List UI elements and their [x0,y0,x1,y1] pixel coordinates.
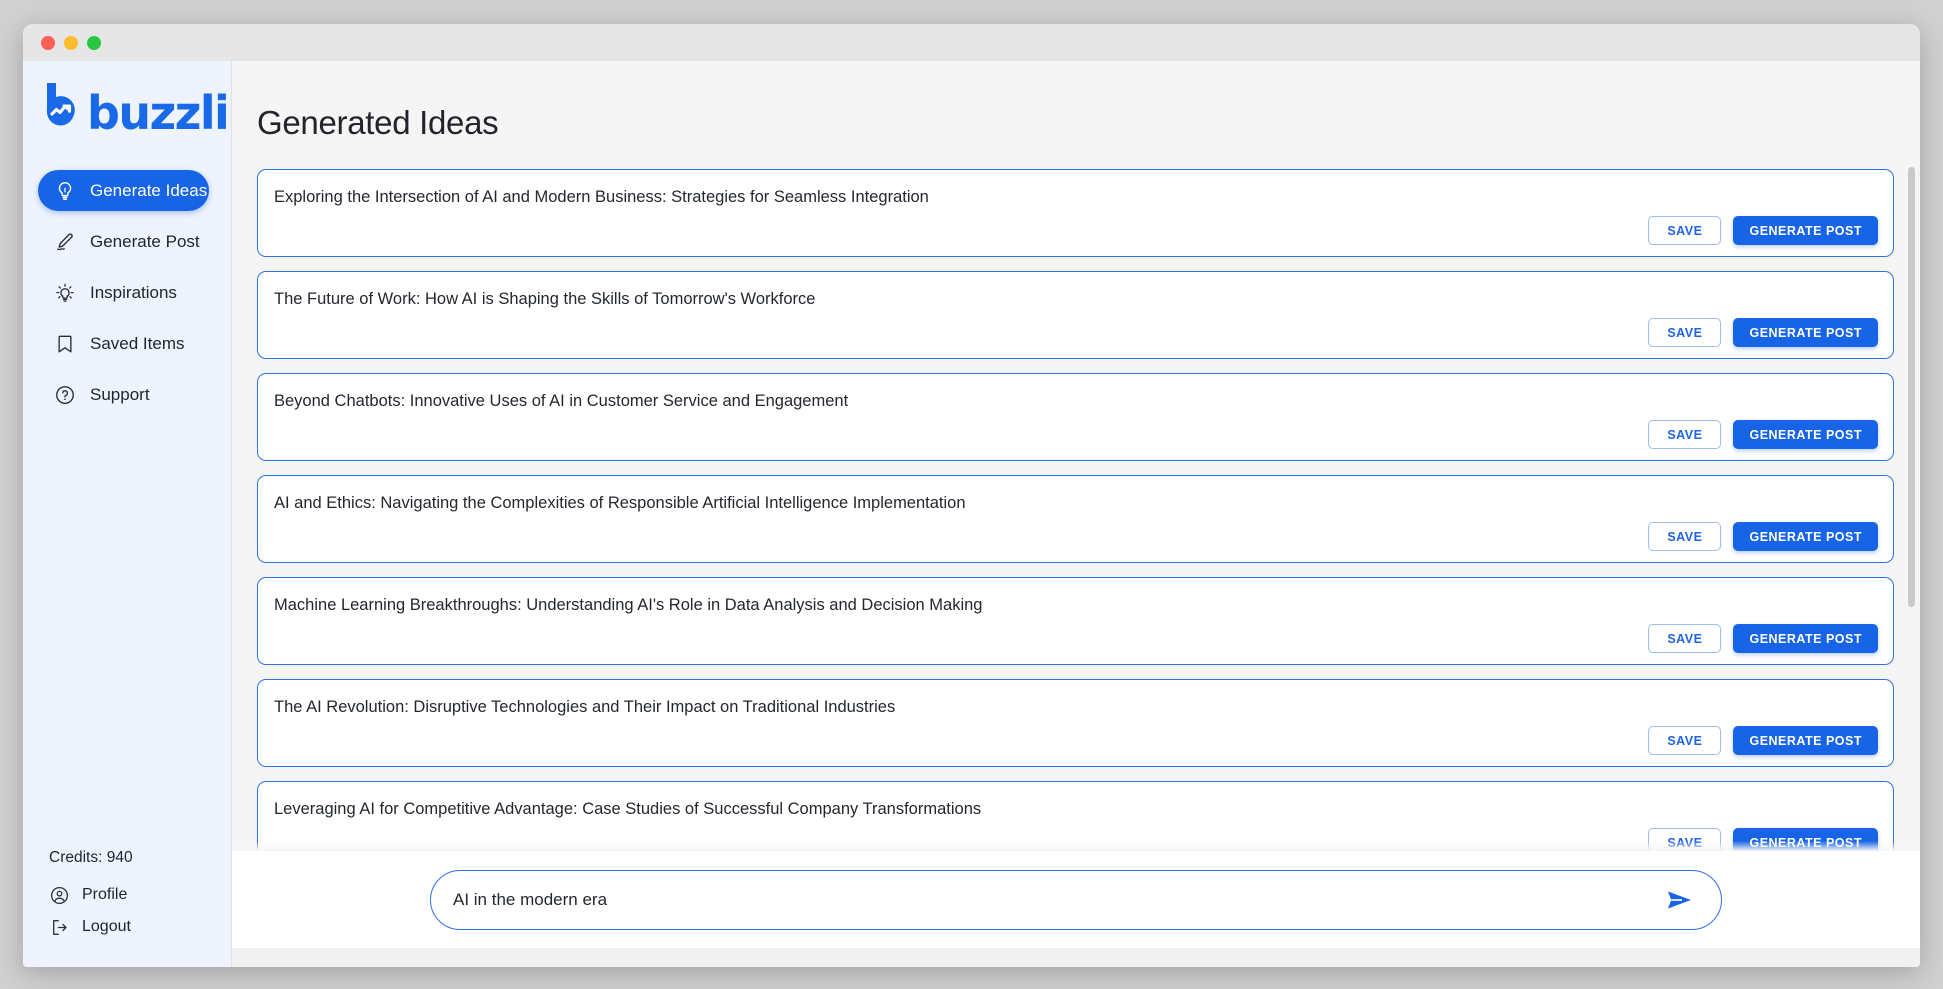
sidebar-item-support[interactable]: Support [38,374,209,415]
idea-card-actions: SAVE GENERATE POST [1648,522,1878,551]
sidebar-item-label: Profile [82,886,128,903]
idea-text: The Future of Work: How AI is Shaping th… [274,290,816,308]
sidebar-item-label: Inspirations [90,282,177,302]
logo-wordmark: buzzli [87,85,230,140]
sidebar: buzzli Generate Ideas Generate Post Insp… [23,61,231,967]
window-bottom-strip [232,948,1920,967]
idea-text: Machine Learning Breakthroughs: Understa… [274,596,983,614]
lightbulb-icon [58,181,72,200]
sidebar-item-profile[interactable]: Profile [49,879,231,911]
composer-fade [232,841,1920,851]
question-circle-icon [56,385,74,404]
window-body: buzzli Generate Ideas Generate Post Insp… [23,61,1920,967]
sidebar-item-logout[interactable]: Logout [49,911,231,943]
idea-text: AI and Ethics: Navigating the Complexiti… [274,494,966,512]
idea-card[interactable]: Machine Learning Breakthroughs: Understa… [257,577,1894,665]
idea-text: Leveraging AI for Competitive Advantage:… [274,800,982,818]
pen-write-icon [57,232,73,250]
generate-post-button[interactable]: GENERATE POST [1733,726,1878,755]
sidebar-divider [231,61,232,967]
save-button[interactable]: SAVE [1648,216,1722,245]
bookmark-icon [58,335,72,352]
idea-card[interactable]: The AI Revolution: Disruptive Technologi… [257,679,1894,767]
sidebar-item-label: Support [90,384,150,404]
generate-post-button[interactable]: GENERATE POST [1733,216,1878,245]
save-button[interactable]: SAVE [1648,726,1722,755]
save-button[interactable]: SAVE [1648,318,1722,347]
idea-card-actions: SAVE GENERATE POST [1648,726,1878,755]
trend-arrow-icon [46,82,75,125]
idea-text: The AI Revolution: Disruptive Technologi… [274,698,896,716]
sidebar-item-label: Saved Items [90,333,185,353]
sidebar-footer: Credits: 940 Profile Logout [23,849,231,967]
prompt-composer[interactable] [430,869,1722,930]
credits-label: Credits: 940 [49,849,133,866]
lightbulb-rays-icon [56,283,74,302]
page-title: Generated Ideas [257,104,499,141]
app-window: buzzli Generate Ideas Generate Post Insp… [23,24,1920,967]
send-arrow-icon [1668,891,1691,908]
idea-card-actions: SAVE GENERATE POST [1648,624,1878,653]
save-button[interactable]: SAVE [1648,522,1722,551]
main-content: Generated Ideas Exploring the Intersecti… [231,61,1920,967]
sidebar-nav: Generate Ideas Generate Post Inspiration… [23,165,231,420]
sidebar-item-saved-items[interactable]: Saved Items [38,323,209,364]
idea-card-actions: SAVE GENERATE POST [1648,420,1878,449]
idea-card-actions: SAVE GENERATE POST [1648,318,1878,347]
save-button[interactable]: SAVE [1648,420,1722,449]
sidebar-item-generate-ideas[interactable]: Generate Ideas [38,170,209,211]
vertical-scrollbar[interactable] [1908,167,1915,607]
idea-card-actions: SAVE GENERATE POST [1648,216,1878,245]
idea-text: Beyond Chatbots: Innovative Uses of AI i… [274,392,849,410]
idea-card[interactable]: AI and Ethics: Navigating the Complexiti… [257,475,1894,563]
generate-post-button[interactable]: GENERATE POST [1733,420,1878,449]
minimize-window-icon[interactable] [64,35,78,50]
close-window-icon[interactable] [41,35,55,50]
generate-post-button[interactable]: GENERATE POST [1733,522,1878,551]
sidebar-item-inspirations[interactable]: Inspirations [38,272,209,313]
sidebar-item-label: Logout [82,918,131,935]
maximize-window-icon[interactable] [87,35,101,50]
user-circle-icon [50,886,69,904]
logout-arrow-icon [53,919,67,935]
idea-card[interactable]: Beyond Chatbots: Innovative Uses of AI i… [257,373,1894,461]
window-titlebar [23,24,1920,61]
prompt-input[interactable] [453,889,1665,910]
generate-post-button[interactable]: GENERATE POST [1733,624,1878,653]
sidebar-item-label: Generate Ideas [90,180,208,200]
generate-post-button[interactable]: GENERATE POST [1733,318,1878,347]
idea-card[interactable]: The Future of Work: How AI is Shaping th… [257,271,1894,359]
save-button[interactable]: SAVE [1648,624,1722,653]
composer-bar [232,851,1920,948]
app-logo[interactable]: buzzli [23,61,231,155]
idea-card[interactable]: Exploring the Intersection of AI and Mod… [257,169,1894,257]
send-button[interactable] [1665,887,1695,913]
sidebar-item-generate-post[interactable]: Generate Post [38,221,209,262]
sidebar-item-label: Generate Post [90,231,200,251]
idea-text: Exploring the Intersection of AI and Mod… [274,188,929,206]
